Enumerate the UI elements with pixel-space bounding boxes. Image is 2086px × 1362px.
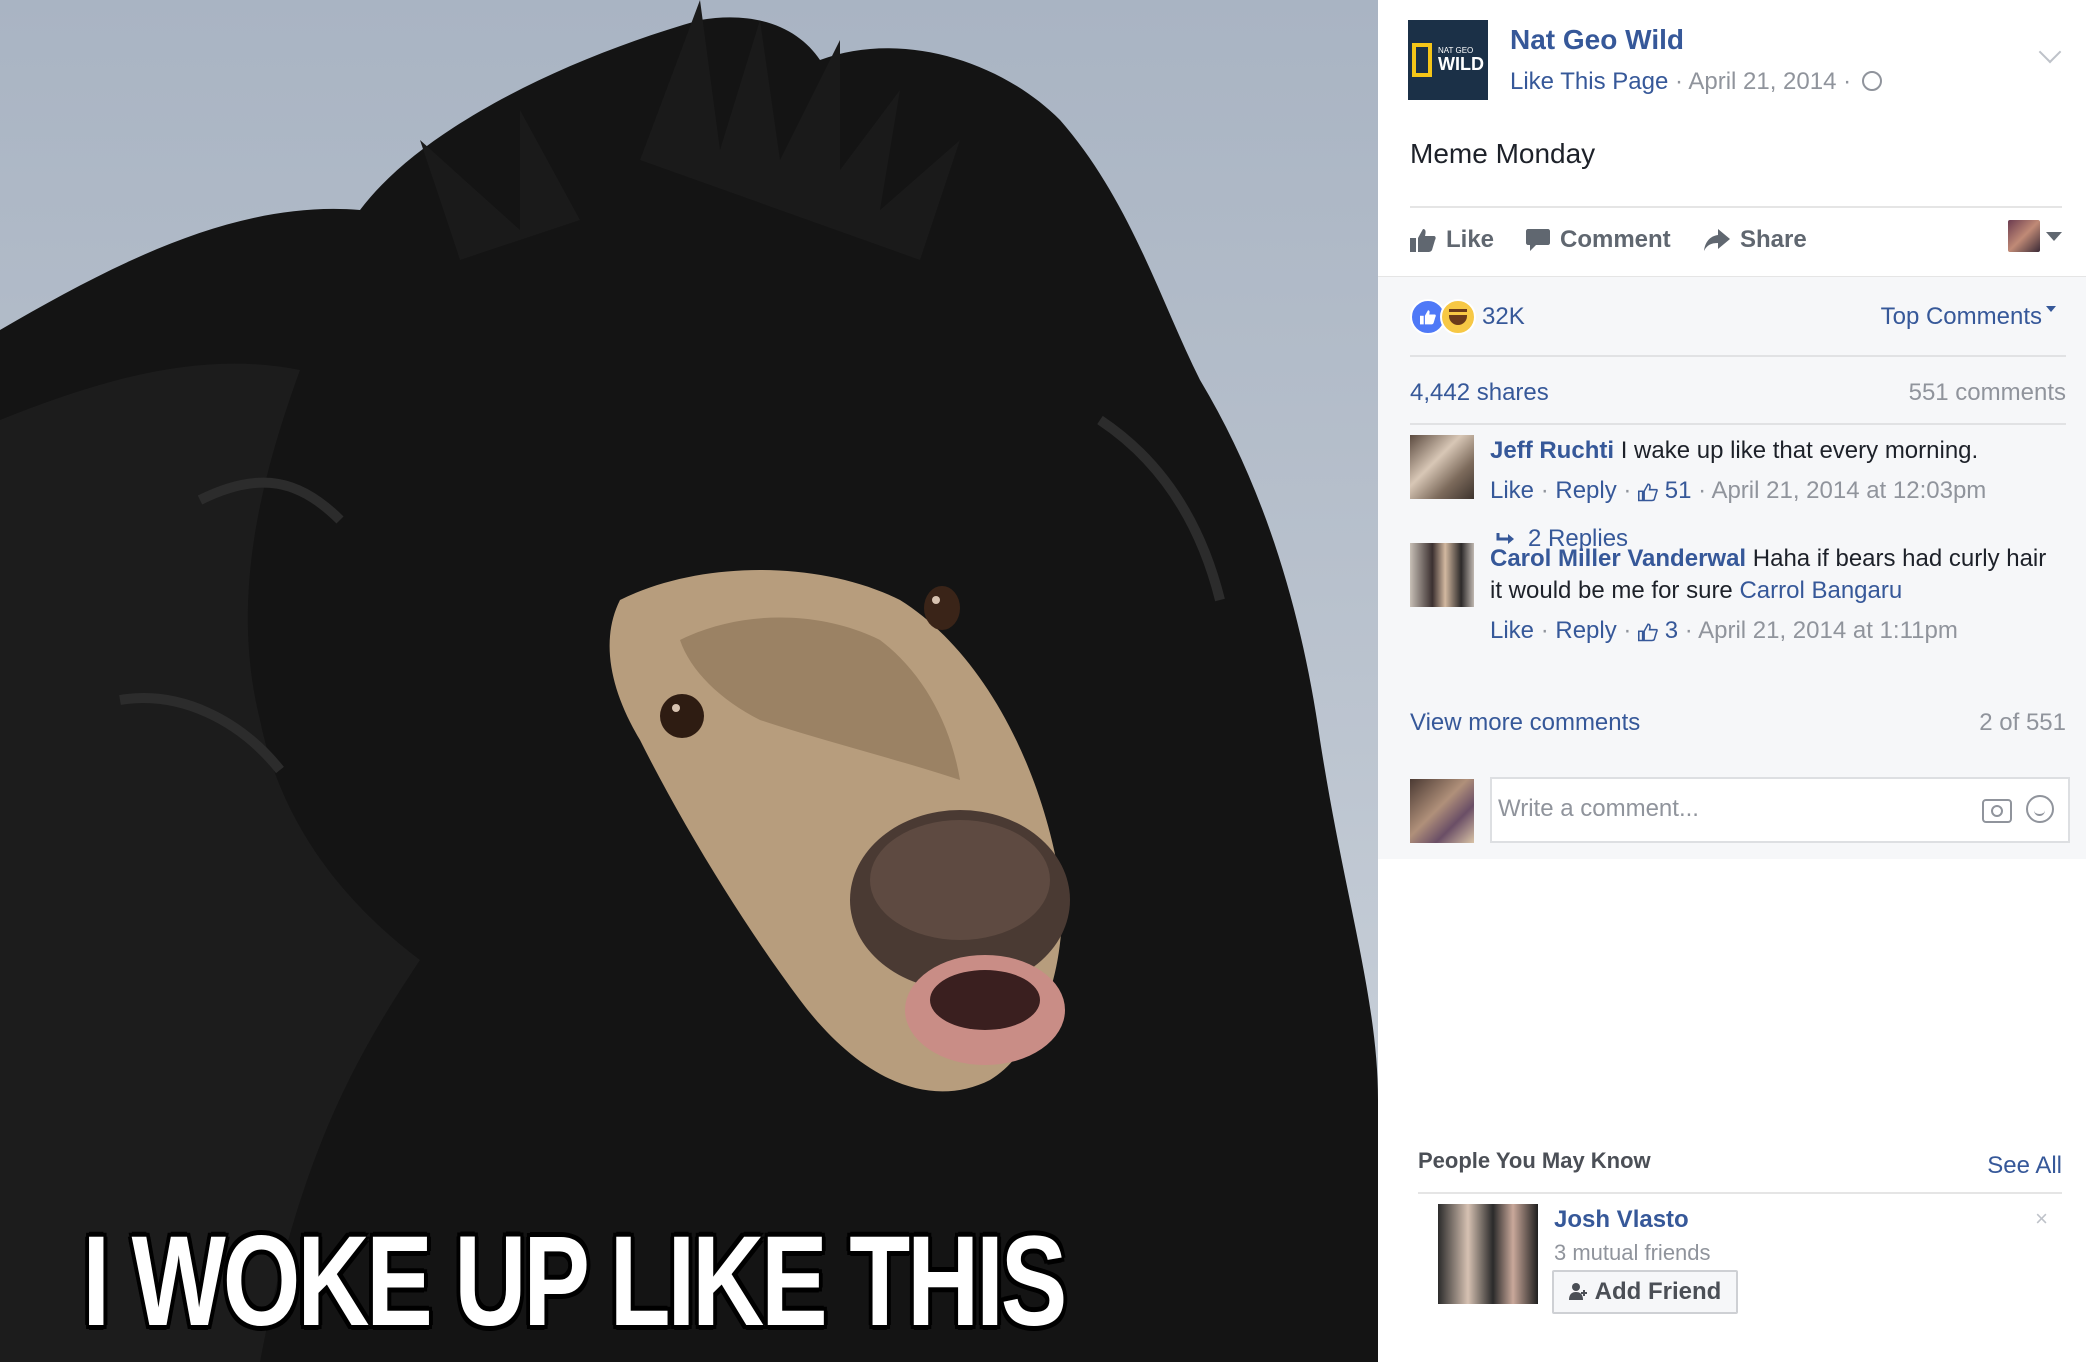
nat-geo-frame-icon [1412, 43, 1432, 77]
mutual-friends-link[interactable]: 3 mutual friends [1554, 1240, 1711, 1266]
thumbs-up-icon [1410, 229, 1436, 252]
comment-reply-link[interactable]: Reply [1555, 617, 1616, 644]
divider [1418, 1192, 2062, 1194]
comment-body: Carol Miller Vanderwal Haha if bears had… [1490, 543, 2050, 647]
suggested-friend-name[interactable]: Josh Vlasto [1554, 1206, 1689, 1234]
comment-input-placeholder: Write a comment... [1498, 795, 1699, 822]
reaction-count: 32K [1482, 303, 1525, 330]
commenter-avatar[interactable] [1410, 543, 1474, 607]
pymk-title: People You May Know [1418, 1148, 1651, 1173]
reactions-summary[interactable]: 32K [1410, 299, 1525, 335]
see-all-link[interactable]: See All [1987, 1152, 2062, 1180]
viewer-avatar [1410, 779, 1474, 843]
action-bar: Like Comment Share [1410, 206, 2062, 276]
close-icon[interactable]: × [2035, 1206, 2048, 1232]
mentioned-user-link[interactable]: Carrol Bangaru [1739, 577, 1902, 604]
thumbs-up-outline-icon [1638, 483, 1658, 502]
comment-bubble-icon [1526, 229, 1550, 251]
feedback-section: 32K Top Comments 4,442 shares 551 commen… [1378, 276, 2086, 859]
bear-photo-illustration [0, 0, 1378, 1362]
comment-text: I wake up like that every morning. [1620, 437, 1979, 464]
comment-like-link[interactable]: Like [1490, 617, 1534, 644]
post-as-selector[interactable] [2008, 220, 2062, 252]
comment-meta: Like · Reply · 3 · April 21, 2014 at 1:1… [1490, 617, 1958, 644]
page-name-link[interactable]: Nat Geo Wild [1510, 24, 1684, 56]
top-comments-dropdown[interactable]: Top Comments [1881, 303, 2056, 331]
comments-paging: 2 of 551 [1979, 709, 2066, 736]
divider [1410, 355, 2066, 357]
view-more-comments-link[interactable]: View more comments [1410, 709, 1640, 737]
page-avatar[interactable]: NAT GEO WILD [1408, 20, 1488, 100]
commenter-name[interactable]: Jeff Ruchti [1490, 437, 1614, 464]
comments-count[interactable]: 551 comments [1909, 379, 2066, 407]
logo-wordmark: NAT GEO WILD [1438, 46, 1484, 74]
caret-down-icon [2046, 306, 2056, 312]
post-text: Meme Monday [1410, 138, 1596, 169]
share-button[interactable]: Share [1704, 226, 1807, 254]
globe-icon [1861, 71, 1882, 91]
like-button[interactable]: Like [1410, 226, 1494, 254]
commenter-name[interactable]: Carol Miller Vanderwal [1490, 545, 1746, 572]
camera-icon[interactable] [1982, 799, 2012, 823]
thumbs-up-outline-icon [1638, 623, 1658, 642]
post-photo[interactable]: I WOKE UP LIKE THIS [0, 0, 1378, 1362]
post-header: NAT GEO WILD Nat Geo Wild Like This Page … [1408, 20, 2062, 110]
comment-body: Jeff Ruchti I wake up like that every mo… [1490, 435, 2050, 507]
comment-meta: Like · Reply · 51 · April 21, 2014 at 12… [1490, 477, 1987, 504]
share-arrow-icon [1704, 229, 1730, 251]
haha-reaction-icon [1440, 299, 1476, 335]
divider [1410, 423, 2066, 425]
caret-down-icon [2046, 231, 2062, 241]
emoji-icon[interactable] [2026, 795, 2054, 823]
comment-likes[interactable]: 51 [1638, 477, 1691, 504]
comment-like-link[interactable]: Like [1490, 477, 1534, 504]
comment-button[interactable]: Comment [1526, 226, 1671, 254]
comment-time[interactable]: April 21, 2014 at 12:03pm [1711, 477, 1986, 504]
suggested-friend-avatar[interactable] [1438, 1204, 1538, 1304]
comment-input[interactable]: Write a comment... [1490, 777, 2070, 843]
post-meta: Like This Page · April 21, 2014 · [1510, 68, 1882, 96]
post-panel: NAT GEO WILD Nat Geo Wild Like This Page … [1378, 0, 2086, 1362]
shares-link[interactable]: 4,442 shares [1410, 379, 1549, 407]
like-page-link[interactable]: Like This Page [1510, 68, 1668, 95]
comment-reply-link[interactable]: Reply [1555, 477, 1616, 504]
post-date-link[interactable]: April 21, 2014 [1688, 68, 1836, 95]
meme-caption: I WOKE UP LIKE THIS [82, 1210, 1067, 1353]
viewer-avatar [2008, 220, 2040, 252]
chevron-down-icon[interactable] [2038, 40, 2062, 64]
comment-time[interactable]: April 21, 2014 at 1:11pm [1698, 617, 1958, 644]
add-friend-button[interactable]: Add Friend [1552, 1270, 1738, 1314]
comment-likes[interactable]: 3 [1638, 617, 1678, 644]
commenter-avatar[interactable] [1410, 435, 1474, 499]
add-friend-icon [1568, 1283, 1587, 1300]
